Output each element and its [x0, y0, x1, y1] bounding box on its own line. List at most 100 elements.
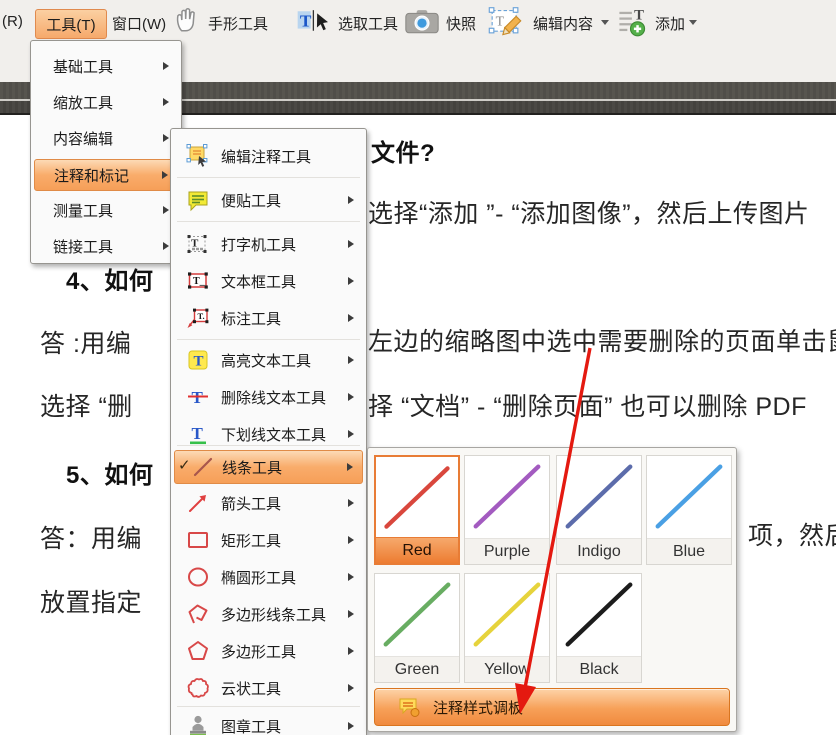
- doc-text-fragment: 答 :用编: [40, 324, 131, 360]
- submenu-arrow-icon: [348, 499, 354, 507]
- menu-item-ellipse-tool[interactable]: 椭圆形工具: [174, 562, 363, 592]
- menu-separator: [177, 339, 360, 340]
- menu-separator: [177, 221, 360, 222]
- menu-item-strikeout-text[interactable]: T 删除线文本工具: [174, 382, 363, 412]
- annotation-style-palette-button[interactable]: 注释样式调板: [374, 688, 730, 726]
- doc-text-fragment: 答：用编: [40, 519, 142, 555]
- menu-item-label: 下划线文本工具: [221, 424, 326, 445]
- swatch-indigo[interactable]: Indigo: [556, 455, 642, 565]
- menu-item-annotation-markup[interactable]: 注释和标记: [34, 159, 178, 191]
- annotation-submenu: 编辑注释工具 便贴工具 T 打字机工具: [170, 128, 367, 735]
- menu-item-label: 高亮文本工具: [221, 350, 311, 371]
- edit-content-icon[interactable]: T: [487, 6, 527, 38]
- submenu-arrow-icon: [348, 356, 354, 364]
- menubar-item-tools[interactable]: 工具(T): [35, 9, 107, 39]
- add-button[interactable]: 添加: [655, 13, 685, 34]
- menu-separator: [177, 177, 360, 178]
- swatch-red[interactable]: Red: [374, 455, 460, 565]
- menu-item-label: 基础工具: [53, 56, 113, 77]
- submenu-arrow-icon: [163, 206, 169, 214]
- submenu-arrow-icon: [163, 98, 169, 106]
- typewriter-icon: T: [186, 232, 210, 256]
- pdf-editor-window: (R) 工具(T) 窗口(W) 手形工具 T 选取工具 快照 T 编辑内: [0, 0, 836, 735]
- cloud-icon: [186, 676, 210, 700]
- menu-item-measure-tools[interactable]: 测量工具: [34, 195, 178, 225]
- doc-heading-fragment: 文件?: [371, 133, 435, 168]
- add-dropdown-caret[interactable]: [689, 20, 697, 25]
- menu-item-rectangle-tool[interactable]: 矩形工具: [174, 525, 363, 555]
- menu-item-content-edit[interactable]: 内容编辑: [34, 123, 178, 153]
- menu-item-polygon-tool[interactable]: 多边形工具: [174, 636, 363, 666]
- submenu-arrow-icon: [162, 171, 168, 179]
- menu-item-edit-annotation[interactable]: 编辑注释工具: [174, 141, 363, 171]
- doc-text-fragment: 放置指定: [40, 583, 142, 619]
- menu-item-highlight-text[interactable]: T 高亮文本工具: [174, 345, 363, 375]
- polyline-icon: [186, 602, 210, 626]
- menu-item-label: 图章工具: [221, 716, 281, 735]
- menubar-item-partial[interactable]: (R): [2, 13, 23, 30]
- swatch-label: Red: [376, 537, 458, 563]
- swatch-purple[interactable]: Purple: [464, 455, 550, 565]
- svg-text:T: T: [496, 13, 505, 28]
- svg-text:T_: T_: [193, 276, 206, 287]
- doc-text-fragment: 择 “文档” - “删除页面” 也可以删除 PDF: [368, 387, 807, 423]
- menu-item-label: 矩形工具: [221, 530, 281, 551]
- menu-item-line-tool[interactable]: ✓ 线条工具: [174, 450, 363, 484]
- snapshot-camera-icon[interactable]: [403, 8, 441, 36]
- menu-item-stamp-tool[interactable]: 图章工具: [174, 711, 363, 735]
- submenu-arrow-icon: [348, 684, 354, 692]
- submenu-arrow-icon: [348, 196, 354, 204]
- menu-item-arrow-tool[interactable]: 箭头工具: [174, 488, 363, 518]
- swatch-label: Black: [557, 656, 641, 682]
- menu-item-polyline-tool[interactable]: 多边形线条工具: [174, 599, 363, 629]
- menu-item-label: 线条工具: [222, 457, 282, 478]
- swatch-black[interactable]: Black: [556, 573, 642, 683]
- doc-text-fragment: 选择“添加 ”- “添加图像”，然后上传图片: [368, 194, 810, 230]
- swatch-label: Indigo: [557, 538, 641, 564]
- submenu-arrow-icon: [348, 722, 354, 730]
- menubar-item-window[interactable]: 窗口(W): [112, 13, 166, 34]
- swatch-blue[interactable]: Blue: [646, 455, 732, 565]
- menu-item-sticky-note[interactable]: 便贴工具: [174, 185, 363, 215]
- doc-heading-4: 4、如何: [66, 261, 153, 296]
- hand-tool-button[interactable]: 手形工具: [208, 13, 268, 34]
- submenu-arrow-icon: [348, 536, 354, 544]
- menu-item-basic-tools[interactable]: 基础工具: [34, 51, 178, 81]
- menu-separator: [177, 445, 360, 446]
- menu-item-label: 箭头工具: [221, 493, 281, 514]
- menu-item-label: 删除线文本工具: [221, 387, 326, 408]
- menu-item-label: 文本框工具: [221, 271, 296, 292]
- swatch-yellow[interactable]: Yellow: [464, 573, 550, 683]
- strikeout-text-icon: T: [186, 385, 210, 409]
- submenu-arrow-icon: [163, 134, 169, 142]
- menu-item-callout[interactable]: T. 标注工具: [174, 303, 363, 333]
- doc-text-fragment: 左边的缩略图中选中需要删除的页面单击鼠: [368, 322, 836, 358]
- doc-text-fragment: 项，然后: [748, 516, 836, 552]
- select-tool-icon[interactable]: T: [296, 8, 334, 34]
- line-style-panel: Red Purple Indigo Blue Green Yellow Blac…: [367, 447, 737, 732]
- swatch-green[interactable]: Green: [374, 573, 460, 683]
- menu-item-label: 内容编辑: [53, 128, 113, 149]
- menu-item-link-tools[interactable]: 链接工具: [34, 231, 178, 261]
- ellipse-icon: [186, 565, 210, 589]
- underline-text-icon: T: [186, 422, 210, 446]
- menu-item-label: 椭圆形工具: [221, 567, 296, 588]
- arrow-tool-icon: [186, 491, 210, 515]
- menu-item-typewriter[interactable]: T 打字机工具: [174, 229, 363, 259]
- menu-item-cloud-tool[interactable]: 云状工具: [174, 673, 363, 703]
- edit-annotation-icon: [186, 144, 210, 168]
- add-icon[interactable]: T: [616, 6, 650, 38]
- svg-text:T: T: [194, 354, 204, 370]
- menu-item-zoom-tools[interactable]: 缩放工具: [34, 87, 178, 117]
- snapshot-button[interactable]: 快照: [446, 13, 476, 34]
- menu-item-label: 便贴工具: [221, 190, 281, 211]
- edit-content-dropdown-caret[interactable]: [601, 20, 609, 25]
- select-tool-button[interactable]: 选取工具: [338, 13, 398, 34]
- menu-item-textbox[interactable]: T_ 文本框工具: [174, 266, 363, 296]
- hand-tool-icon[interactable]: [172, 6, 200, 34]
- textbox-icon: T_: [186, 269, 210, 293]
- edit-content-button[interactable]: 编辑内容: [533, 13, 593, 34]
- doc-heading-5: 5、如何: [66, 455, 153, 490]
- swatch-label: Purple: [465, 538, 549, 564]
- submenu-arrow-icon: [347, 463, 353, 471]
